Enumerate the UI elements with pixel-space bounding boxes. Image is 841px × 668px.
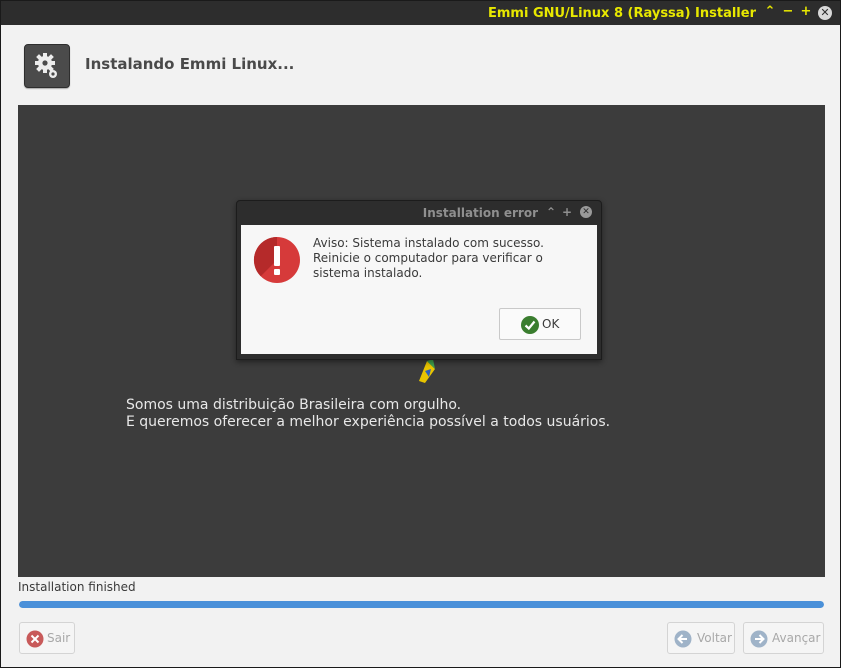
arrow-left-icon [674,630,692,648]
gear-icon [24,44,70,88]
next-button-label: Avançar [772,631,821,645]
dialog-title: Installation error [422,206,538,220]
dialog-collapse-button[interactable]: ⌃ [544,205,558,219]
dialog-body: Aviso: Sistema instalado com sucesso. Re… [241,225,597,354]
collapse-button[interactable]: ⌃ [762,4,778,20]
dialog-message: Aviso: Sistema instalado com sucesso. Re… [313,236,544,280]
maximize-button[interactable]: + [798,4,814,20]
status-text: Installation finished [18,580,136,594]
ok-button-label: OK [542,317,560,331]
back-button-label: Voltar [697,631,732,645]
progress-bar [19,601,824,608]
quit-button-label: Sair [47,631,71,645]
dialog-close-button[interactable]: ✕ [580,206,592,218]
title-bar[interactable]: Emmi GNU/Linux 8 (Rayssa) Installer ⌃ − … [1,1,840,25]
progress-fill [19,601,824,608]
error-icon [253,236,301,284]
ok-button[interactable]: OK [499,308,581,340]
close-button[interactable]: ✕ [818,6,832,20]
close-circle-icon [26,630,44,648]
minimize-button[interactable]: − [780,4,796,20]
error-dialog: Installation error ⌃ + ✕ Aviso: Sistema … [236,200,602,360]
check-icon [521,316,539,334]
next-button[interactable]: Avançar [743,622,824,654]
dialog-maximize-button[interactable]: + [560,205,574,219]
installer-window: Emmi GNU/Linux 8 (Rayssa) Installer ⌃ − … [0,0,841,668]
slide-line-2: E queremos oferecer a melhor experiência… [126,414,611,430]
slide-text: Somos uma distribuição Brasileira com or… [126,397,610,431]
arrow-right-icon [750,630,768,648]
page-title: Instalando Emmi Linux... [85,55,295,73]
slide-line-1: Somos uma distribuição Brasileira com or… [126,397,462,413]
emmi-logo-icon [413,357,441,385]
back-button[interactable]: Voltar [667,622,735,654]
window-title: Emmi GNU/Linux 8 (Rayssa) Installer [487,6,756,21]
quit-button[interactable]: Sair [19,622,75,654]
